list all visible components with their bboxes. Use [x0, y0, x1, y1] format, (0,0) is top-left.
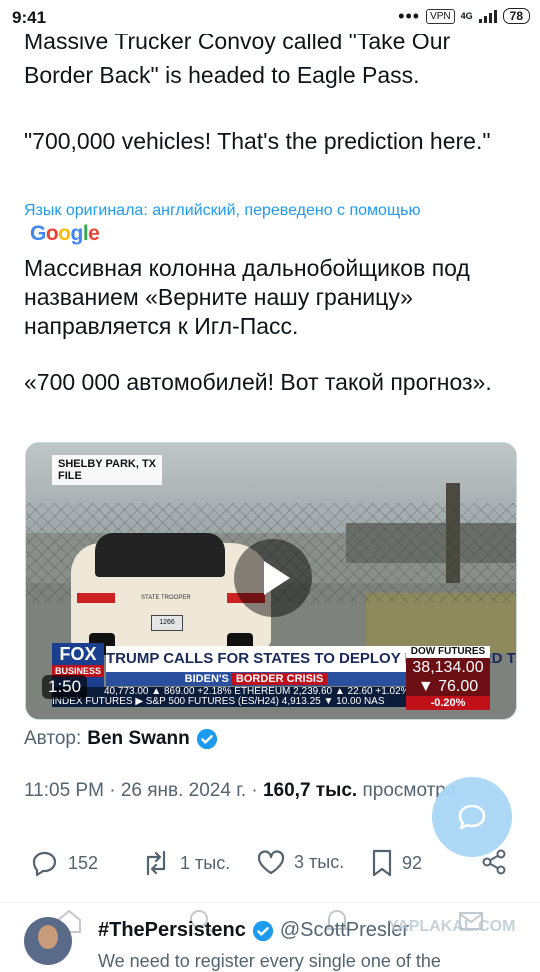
chat-bubble-icon — [458, 804, 486, 830]
video-player[interactable]: STATE TROOPER 1266 SHELBY PARK, TX FILE … — [25, 442, 517, 720]
repost-button[interactable]: 1 тыс. — [140, 848, 230, 878]
status-time: 9:41 — [12, 8, 47, 27]
next-tweet-header: #ThePersistenc @ScottPresler — [98, 919, 409, 942]
video-location-tag: SHELBY PARK, TX FILE — [52, 455, 162, 485]
tweet-time: 11:05 PM — [24, 780, 104, 801]
tweet-meta: 11:05 PM · 26 янв. 2024 г. · 160,7 тыс. … — [24, 780, 457, 801]
translation-note[interactable]: Язык оригинала: английский, переведено с… — [24, 202, 420, 220]
more-dots-icon: ••• — [398, 6, 421, 26]
like-button[interactable]: 3 тыс. — [256, 848, 344, 876]
status-bar: 9:41 ••• VPN 4G 78 — [0, 0, 540, 34]
dow-futures-box: DOW FUTURES 38,134.00 ▼ 76.00 -0.20% — [406, 646, 490, 710]
next-tweet-snippet: We need to register every single one of … — [98, 951, 441, 971]
tweet-original-paragraph-1: Massive Trucker Convoy called "Take Our … — [24, 28, 451, 88]
notifications-icon[interactable] — [322, 906, 352, 936]
play-button[interactable] — [234, 539, 312, 617]
tweet-translated-paragraph-1: Массивная колонна дальнобойщиков под наз… — [24, 255, 470, 339]
verified-badge-icon — [196, 728, 217, 750]
video-headline: TRUMP CALLS FOR STATES TO DEPLOY NATL GU… — [106, 646, 516, 672]
author-name[interactable]: Ben Swann — [87, 728, 189, 750]
repost-icon — [146, 850, 166, 876]
views-count: 160,7 тыс. — [262, 780, 358, 801]
author-line: Автор: Ben Swann — [24, 728, 218, 750]
tweet-translated-paragraph-2: «700 000 автомобилей! Вот такой прогноз»… — [24, 369, 492, 395]
share-icon — [482, 849, 506, 875]
display-name[interactable]: #ThePersistenc — [98, 919, 246, 942]
signal-icon — [478, 9, 497, 23]
tweet-date: 26 янв. 2024 г. — [120, 780, 247, 801]
search-icon[interactable] — [186, 906, 216, 936]
reply-icon — [32, 851, 57, 877]
reply-button[interactable]: 152 — [30, 848, 98, 878]
bookmark-icon — [372, 849, 392, 877]
heart-icon — [257, 850, 285, 875]
status-icons: ••• VPN 4G 78 — [398, 6, 530, 26]
bookmark-count: 92 — [402, 852, 423, 873]
vpn-badge: VPN — [426, 8, 455, 24]
verified-badge-icon — [252, 920, 273, 941]
watermark: YAPLAKAL.COM — [388, 918, 516, 935]
home-icon[interactable] — [54, 906, 84, 936]
repost-count: 1 тыс. — [180, 852, 231, 873]
video-ticker: 40,773.00 ▲ 869.00 +2.18% ETHEREUM 2,239… — [52, 687, 422, 707]
tweet-original-paragraph-2: "700,000 vehicles! That's the prediction… — [24, 128, 491, 154]
battery-icon: 78 — [502, 8, 530, 24]
compose-reply-button[interactable] — [432, 777, 512, 857]
network-type: 4G — [460, 11, 473, 21]
video-duration: 1:50 — [42, 675, 88, 699]
google-logo: Google — [30, 222, 100, 245]
share-button[interactable] — [480, 848, 508, 876]
author-label: Автор: — [24, 728, 82, 749]
video-banner: BIDEN'S BORDER CRISIS — [106, 672, 406, 686]
like-count: 3 тыс. — [294, 851, 345, 872]
reply-count: 152 — [68, 852, 99, 873]
bookmark-button[interactable]: 92 — [370, 848, 422, 878]
tweet-actions: 152 1 тыс. 3 тыс. 92 — [30, 848, 520, 882]
